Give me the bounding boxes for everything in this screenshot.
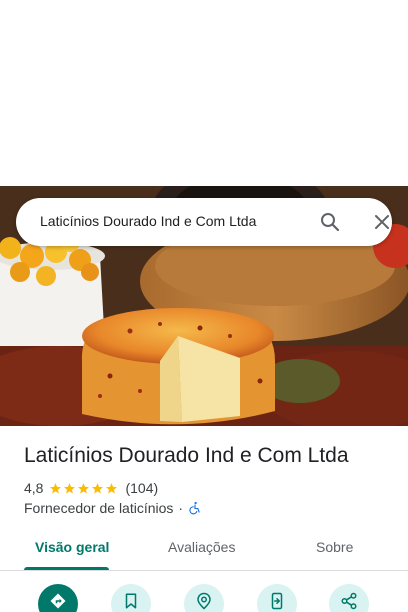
map-blank-area bbox=[0, 0, 408, 186]
review-count[interactable]: (104) bbox=[125, 480, 158, 496]
share-button[interactable] bbox=[329, 584, 369, 612]
rating-value: 4,8 bbox=[24, 480, 44, 496]
separator-dot: · bbox=[178, 500, 184, 516]
active-tab-indicator bbox=[24, 567, 109, 570]
wheelchair-accessible-icon bbox=[189, 501, 200, 515]
search-query[interactable]: Laticínios Dourado Ind e Com Ltda bbox=[40, 213, 256, 229]
star-icon bbox=[50, 482, 62, 493]
tab-about[interactable]: Sobre bbox=[316, 539, 353, 555]
star-rating bbox=[49, 482, 119, 495]
close-icon[interactable] bbox=[370, 210, 394, 234]
directions-icon bbox=[50, 593, 66, 609]
rating-row[interactable]: 4,8 (104) bbox=[24, 479, 158, 497]
search-icon[interactable] bbox=[318, 210, 342, 234]
star-icon bbox=[78, 482, 90, 493]
star-icon bbox=[64, 482, 76, 493]
share-icon bbox=[341, 592, 357, 610]
action-buttons bbox=[0, 584, 408, 612]
star-icon bbox=[106, 482, 118, 493]
nearby-button[interactable] bbox=[184, 584, 224, 612]
send-to-phone-icon bbox=[271, 592, 283, 610]
bookmark-icon bbox=[125, 593, 137, 609]
directions-button[interactable] bbox=[38, 584, 78, 612]
tab-overview[interactable]: Visão geral bbox=[35, 539, 109, 555]
search-bar[interactable]: Laticínios Dourado Ind e Com Ltda bbox=[16, 198, 392, 246]
send-to-phone-button[interactable] bbox=[257, 584, 297, 612]
nearby-icon bbox=[197, 592, 211, 610]
tab-reviews[interactable]: Avaliações bbox=[168, 539, 235, 555]
place-title: Laticínios Dourado Ind e Com Ltda bbox=[24, 444, 349, 467]
star-icon bbox=[92, 482, 104, 493]
save-button[interactable] bbox=[111, 584, 151, 612]
category-row: Fornecedor de laticínios · bbox=[24, 499, 202, 517]
place-tabs: Visão geral Avaliações Sobre bbox=[0, 530, 408, 571]
place-category: Fornecedor de laticínios bbox=[24, 500, 174, 516]
